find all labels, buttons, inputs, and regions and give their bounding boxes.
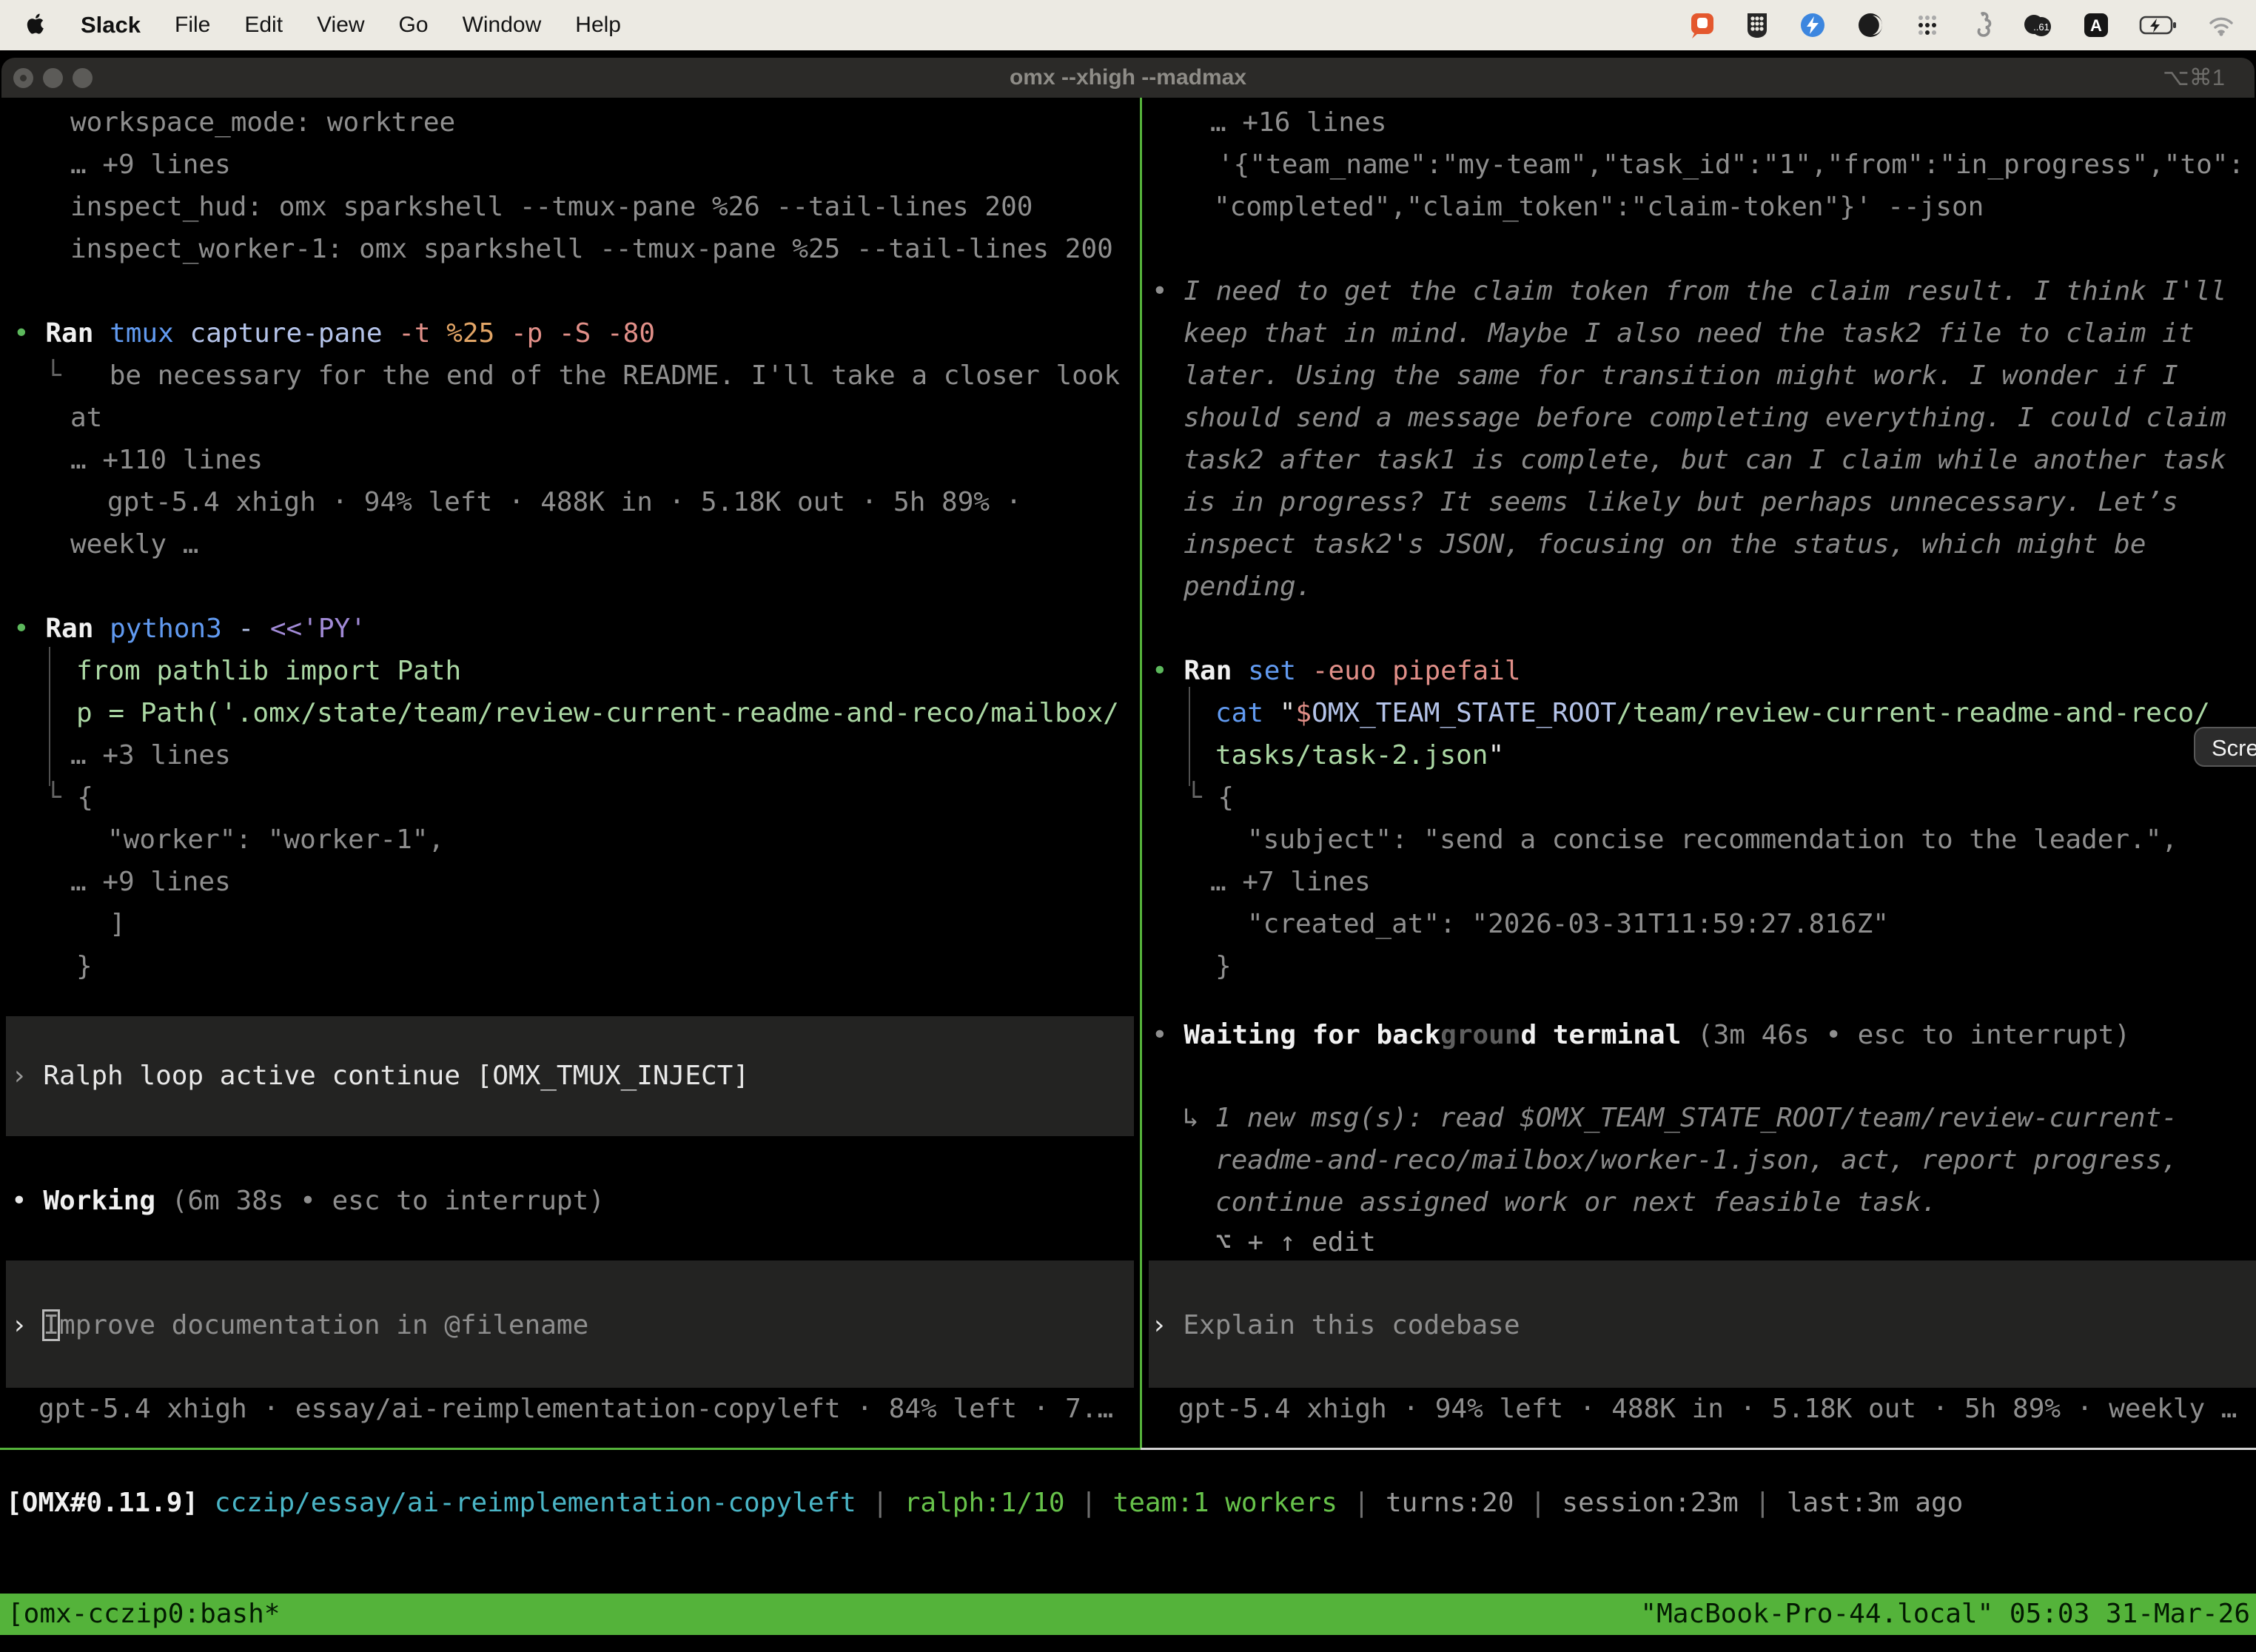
apple-icon	[27, 12, 47, 36]
crescent-circle-icon[interactable]	[1856, 11, 1884, 39]
wifi-icon[interactable]	[2207, 13, 2235, 37]
screen-sharing-overlay: Scre	[2194, 727, 2256, 767]
right-code-block-connector	[1189, 687, 1190, 786]
apple-menu[interactable]	[27, 12, 47, 39]
pane-divider[interactable]	[1140, 98, 1142, 1450]
tmux-status-bar: [omx-cczip0:bash* "MacBook-Pro-44.local"…	[0, 1594, 2256, 1635]
right-pane-bottom-border	[1141, 1448, 2256, 1450]
terminal-background	[0, 98, 2256, 1652]
svg-text:A: A	[2090, 16, 2102, 35]
window-title: omx --xhigh --madmax	[1, 58, 2255, 98]
menu-window[interactable]: Window	[463, 13, 542, 38]
menu-file[interactable]: File	[175, 13, 210, 38]
right-input-band[interactable]	[1149, 1260, 2256, 1388]
left-pane-bottom-border	[0, 1448, 1141, 1450]
battery-percentage-badge-icon[interactable]: ..61	[2022, 11, 2053, 39]
menu-bar: Slack File Edit View Go Window Help	[0, 0, 2256, 50]
menu-go[interactable]: Go	[399, 13, 429, 38]
title-bar[interactable]: omx --xhigh --madmax ⌥⌘1	[1, 58, 2255, 98]
seahorse-icon[interactable]	[1970, 10, 1993, 40]
input-source-icon[interactable]: A	[2083, 12, 2109, 38]
tmux-host-clock: "MacBook-Pro-44.local" 05:03 31-Mar-26	[1640, 1594, 2250, 1635]
menu-edit[interactable]: Edit	[244, 13, 283, 38]
bolt-circle-icon[interactable]	[1799, 11, 1827, 39]
ralph-status-band	[6, 1016, 1134, 1136]
app-menu-slack[interactable]: Slack	[81, 12, 141, 38]
dots-grid-icon[interactable]	[1914, 12, 1941, 38]
grid-shield-icon[interactable]	[1745, 10, 1769, 40]
battery-icon[interactable]	[2139, 14, 2178, 36]
chat-app-icon[interactable]	[1689, 11, 1716, 39]
menu-bar-status-icons: ..61 A	[1689, 0, 2256, 50]
left-code-block-connector	[49, 647, 50, 786]
menu-bar-left: Slack File Edit View Go Window Help	[0, 0, 621, 50]
menu-help[interactable]: Help	[575, 13, 621, 38]
desktop: { "menu_bar": { "app_name": "Slack", "it…	[0, 0, 2256, 1652]
svg-text:..61: ..61	[2033, 21, 2049, 33]
left-input-band[interactable]	[6, 1260, 1134, 1388]
menu-view[interactable]: View	[317, 13, 364, 38]
tmux-session-window: [omx-cczip0:bash*	[7, 1594, 280, 1635]
window-shortcut-hint: ⌥⌘1	[2163, 58, 2225, 98]
